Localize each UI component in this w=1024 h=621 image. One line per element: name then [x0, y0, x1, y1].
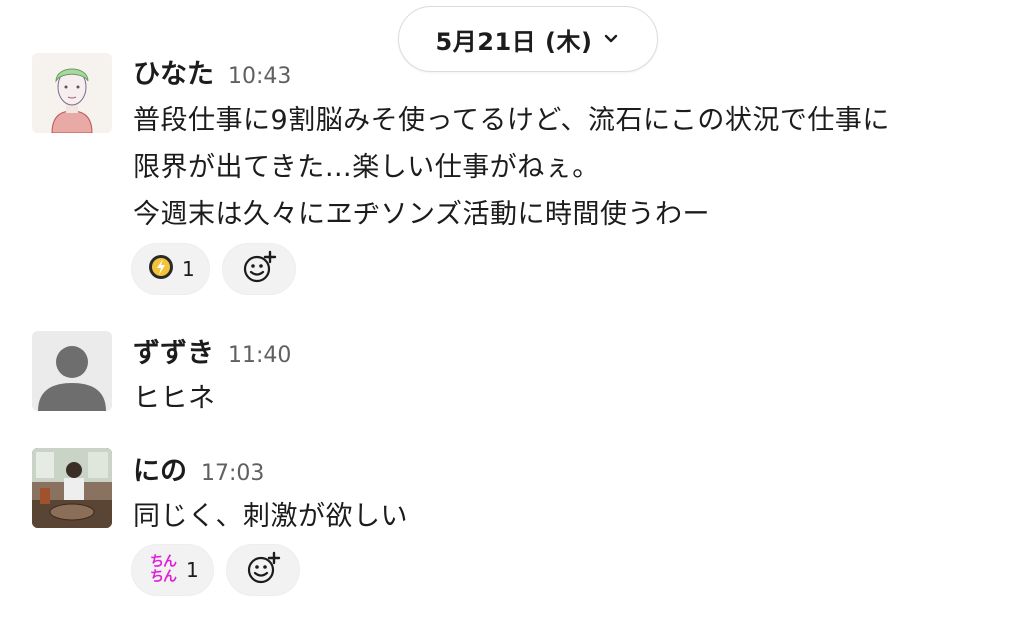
message-text-line: ヒヒネ	[133, 383, 216, 414]
avatar-hinata[interactable]	[32, 53, 112, 133]
message-text-line: 今週末は久々にヱヂソンズ活動に時間使うわー	[133, 199, 710, 230]
add-reaction-button[interactable]	[225, 544, 300, 596]
reaction-chin-chin[interactable]: ちん ちん 1	[131, 544, 214, 596]
emoji-text: ちん	[150, 569, 177, 585]
date-label: 5月21日 (木)	[435, 27, 593, 56]
timestamp[interactable]: 17:03	[201, 461, 264, 486]
date-divider-button[interactable]: 5月21日 (木)	[398, 6, 658, 72]
message-text-line: 同じく、刺激が欲しい	[133, 501, 408, 532]
chevron-down-icon	[602, 30, 620, 48]
reaction-lightning[interactable]: 1	[131, 243, 210, 295]
emoji-text: ちん	[150, 554, 177, 570]
timestamp[interactable]: 11:40	[228, 343, 291, 368]
add-emoji-icon	[245, 550, 281, 590]
add-reaction-button[interactable]	[221, 243, 296, 295]
timestamp[interactable]: 10:43	[228, 64, 291, 89]
avatar-nino[interactable]	[32, 448, 112, 528]
lightning-badge-icon	[146, 252, 176, 286]
avatar-zuzuki[interactable]	[32, 331, 112, 411]
add-emoji-icon	[241, 249, 277, 289]
author-name[interactable]: ずずき	[133, 331, 214, 370]
author-name[interactable]: ひなた	[133, 52, 214, 91]
message-text-line: 限界が出てきた…楽しい仕事がねぇ。	[133, 152, 600, 183]
chin-chin-emoji: ちん ちん	[146, 553, 180, 587]
message-text-line: 普段仕事に9割脳みそ使ってるけど、流石にこの状況で仕事に	[133, 105, 890, 136]
reaction-count: 1	[186, 558, 199, 582]
author-name[interactable]: にの	[133, 449, 187, 488]
reaction-count: 1	[182, 257, 195, 281]
